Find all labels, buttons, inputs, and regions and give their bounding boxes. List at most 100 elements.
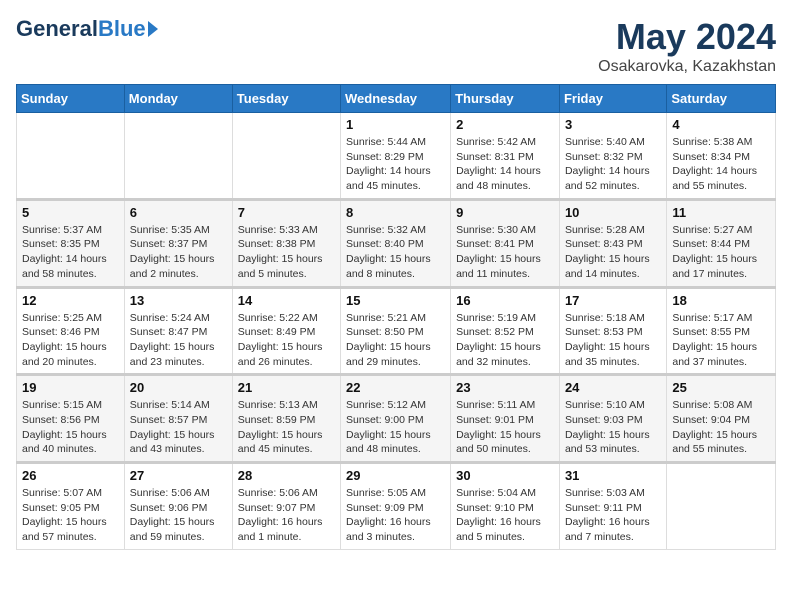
- day-number: 11: [672, 205, 770, 220]
- day-number: 6: [130, 205, 227, 220]
- header-cell-monday: Monday: [124, 85, 232, 113]
- day-info: Sunrise: 5:07 AM Sunset: 9:05 PM Dayligh…: [22, 486, 119, 545]
- day-number: 5: [22, 205, 119, 220]
- week-row-4: 19 Sunrise: 5:15 AM Sunset: 8:56 PM Dayli…: [17, 375, 776, 463]
- day-cell: 16 Sunrise: 5:19 AM Sunset: 8:52 PM Dayli…: [451, 287, 560, 375]
- day-info: Sunrise: 5:08 AM Sunset: 9:04 PM Dayligh…: [672, 398, 770, 457]
- day-info: Sunrise: 5:25 AM Sunset: 8:46 PM Dayligh…: [22, 311, 119, 370]
- day-info: Sunrise: 5:40 AM Sunset: 8:32 PM Dayligh…: [565, 135, 661, 194]
- day-number: 29: [346, 468, 445, 483]
- day-number: 30: [456, 468, 554, 483]
- day-info: Sunrise: 5:06 AM Sunset: 9:06 PM Dayligh…: [130, 486, 227, 545]
- day-cell: 21Sunrise: 5:13 AM Sunset: 8:59 PM Dayli…: [232, 375, 340, 463]
- day-cell: [17, 113, 125, 200]
- day-info: Sunrise: 5:12 AM Sunset: 9:00 PM Dayligh…: [346, 398, 445, 457]
- day-info: Sunrise: 5:15 AM Sunset: 8:56 PM Dayligh…: [22, 398, 119, 457]
- day-info: Sunrise: 5:28 AM Sunset: 8:43 PM Dayligh…: [565, 223, 661, 282]
- day-number: 20: [130, 380, 227, 395]
- day-cell: 28 Sunrise: 5:06 AM Sunset: 9:07 PM Dayli…: [232, 463, 340, 550]
- day-cell: 5 Sunrise: 5:37 AM Sunset: 8:35 PM Daylig…: [17, 199, 125, 287]
- day-cell: 17 Sunrise: 5:18 AM Sunset: 8:53 PM Dayli…: [559, 287, 666, 375]
- day-cell: [667, 463, 776, 550]
- day-cell: 19 Sunrise: 5:15 AM Sunset: 8:56 PM Dayli…: [17, 375, 125, 463]
- day-cell: 31 Sunrise: 5:03 AM Sunset: 9:11 PM Dayli…: [559, 463, 666, 550]
- logo-text: GeneralBlue: [16, 16, 158, 42]
- day-number: 27: [130, 468, 227, 483]
- day-number: 14: [238, 293, 335, 308]
- day-cell: 4 Sunrise: 5:38 AM Sunset: 8:34 PM Daylig…: [667, 113, 776, 200]
- title-block: May 2024 Osakarovka, Kazakhstan: [598, 16, 776, 76]
- day-info: Sunrise: 5:13 AM Sunset: 8:59 PM Dayligh…: [238, 398, 335, 457]
- day-info: Sunrise: 5:10 AM Sunset: 9:03 PM Dayligh…: [565, 398, 661, 457]
- day-info: Sunrise: 5:24 AM Sunset: 8:47 PM Dayligh…: [130, 311, 227, 370]
- day-cell: 1Sunrise: 5:44 AM Sunset: 8:29 PM Daylig…: [341, 113, 451, 200]
- day-info: Sunrise: 5:06 AM Sunset: 9:07 PM Dayligh…: [238, 486, 335, 545]
- header-cell-saturday: Saturday: [667, 85, 776, 113]
- day-info: Sunrise: 5:22 AM Sunset: 8:49 PM Dayligh…: [238, 311, 335, 370]
- day-cell: 10Sunrise: 5:28 AM Sunset: 8:43 PM Dayli…: [559, 199, 666, 287]
- day-number: 16: [456, 293, 554, 308]
- header-cell-sunday: Sunday: [17, 85, 125, 113]
- calendar-body: 1Sunrise: 5:44 AM Sunset: 8:29 PM Daylig…: [17, 113, 776, 550]
- day-cell: [232, 113, 340, 200]
- day-cell: 13 Sunrise: 5:24 AM Sunset: 8:47 PM Dayli…: [124, 287, 232, 375]
- day-number: 17: [565, 293, 661, 308]
- page-header: GeneralBlue May 2024 Osakarovka, Kazakhs…: [16, 16, 776, 76]
- day-cell: [124, 113, 232, 200]
- day-info: Sunrise: 5:19 AM Sunset: 8:52 PM Dayligh…: [456, 311, 554, 370]
- calendar-header: SundayMondayTuesdayWednesdayThursdayFrid…: [17, 85, 776, 113]
- day-cell: 8 Sunrise: 5:32 AM Sunset: 8:40 PM Daylig…: [341, 199, 451, 287]
- day-info: Sunrise: 5:21 AM Sunset: 8:50 PM Dayligh…: [346, 311, 445, 370]
- day-cell: 24 Sunrise: 5:10 AM Sunset: 9:03 PM Dayli…: [559, 375, 666, 463]
- day-number: 18: [672, 293, 770, 308]
- day-info: Sunrise: 5:04 AM Sunset: 9:10 PM Dayligh…: [456, 486, 554, 545]
- day-cell: 2Sunrise: 5:42 AM Sunset: 8:31 PM Daylig…: [451, 113, 560, 200]
- logo-arrow-icon: [148, 21, 158, 37]
- logo-general: General: [16, 16, 98, 42]
- day-info: Sunrise: 5:38 AM Sunset: 8:34 PM Dayligh…: [672, 135, 770, 194]
- day-info: Sunrise: 5:18 AM Sunset: 8:53 PM Dayligh…: [565, 311, 661, 370]
- day-info: Sunrise: 5:05 AM Sunset: 9:09 PM Dayligh…: [346, 486, 445, 545]
- day-cell: 30 Sunrise: 5:04 AM Sunset: 9:10 PM Dayli…: [451, 463, 560, 550]
- day-number: 8: [346, 205, 445, 220]
- day-number: 13: [130, 293, 227, 308]
- day-number: 19: [22, 380, 119, 395]
- logo: GeneralBlue: [16, 16, 158, 42]
- day-info: Sunrise: 5:30 AM Sunset: 8:41 PM Dayligh…: [456, 223, 554, 282]
- day-number: 31: [565, 468, 661, 483]
- main-title: May 2024: [598, 16, 776, 58]
- day-number: 3: [565, 117, 661, 132]
- header-cell-thursday: Thursday: [451, 85, 560, 113]
- day-cell: 18 Sunrise: 5:17 AM Sunset: 8:55 PM Dayli…: [667, 287, 776, 375]
- week-row-3: 12 Sunrise: 5:25 AM Sunset: 8:46 PM Dayli…: [17, 287, 776, 375]
- day-number: 9: [456, 205, 554, 220]
- logo-blue: Blue: [98, 16, 146, 42]
- day-cell: 20Sunrise: 5:14 AM Sunset: 8:57 PM Dayli…: [124, 375, 232, 463]
- day-number: 4: [672, 117, 770, 132]
- day-info: Sunrise: 5:03 AM Sunset: 9:11 PM Dayligh…: [565, 486, 661, 545]
- week-row-1: 1Sunrise: 5:44 AM Sunset: 8:29 PM Daylig…: [17, 113, 776, 200]
- subtitle: Osakarovka, Kazakhstan: [598, 58, 776, 76]
- day-number: 28: [238, 468, 335, 483]
- day-info: Sunrise: 5:17 AM Sunset: 8:55 PM Dayligh…: [672, 311, 770, 370]
- week-row-5: 26Sunrise: 5:07 AM Sunset: 9:05 PM Dayli…: [17, 463, 776, 550]
- day-number: 24: [565, 380, 661, 395]
- day-info: Sunrise: 5:32 AM Sunset: 8:40 PM Dayligh…: [346, 223, 445, 282]
- day-number: 23: [456, 380, 554, 395]
- header-cell-tuesday: Tuesday: [232, 85, 340, 113]
- day-info: Sunrise: 5:42 AM Sunset: 8:31 PM Dayligh…: [456, 135, 554, 194]
- day-cell: 25Sunrise: 5:08 AM Sunset: 9:04 PM Dayli…: [667, 375, 776, 463]
- header-cell-wednesday: Wednesday: [341, 85, 451, 113]
- day-number: 22: [346, 380, 445, 395]
- day-cell: 27 Sunrise: 5:06 AM Sunset: 9:06 PM Dayli…: [124, 463, 232, 550]
- day-info: Sunrise: 5:37 AM Sunset: 8:35 PM Dayligh…: [22, 223, 119, 282]
- header-cell-friday: Friday: [559, 85, 666, 113]
- day-cell: 14 Sunrise: 5:22 AM Sunset: 8:49 PM Dayli…: [232, 287, 340, 375]
- week-row-2: 5 Sunrise: 5:37 AM Sunset: 8:35 PM Daylig…: [17, 199, 776, 287]
- day-cell: 11Sunrise: 5:27 AM Sunset: 8:44 PM Dayli…: [667, 199, 776, 287]
- day-cell: 3 Sunrise: 5:40 AM Sunset: 8:32 PM Daylig…: [559, 113, 666, 200]
- day-number: 12: [22, 293, 119, 308]
- day-info: Sunrise: 5:33 AM Sunset: 8:38 PM Dayligh…: [238, 223, 335, 282]
- day-cell: 6Sunrise: 5:35 AM Sunset: 8:37 PM Daylig…: [124, 199, 232, 287]
- day-cell: 22 Sunrise: 5:12 AM Sunset: 9:00 PM Dayli…: [341, 375, 451, 463]
